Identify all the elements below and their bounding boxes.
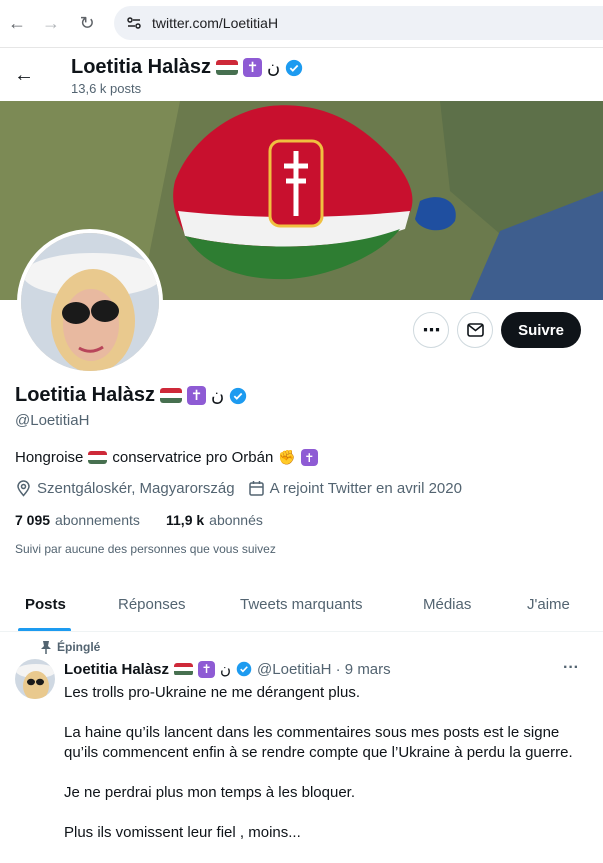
back-arrow-icon[interactable]: ← (4, 10, 30, 36)
forward-arrow-icon[interactable]: → (38, 10, 64, 36)
latin-cross-icon: ✝ (198, 660, 216, 678)
tab-replies[interactable]: Réponses (118, 596, 186, 613)
latin-cross-icon: ✝ (187, 386, 207, 405)
followed-by-text: Suivi par aucune des personnes que vous … (15, 542, 276, 556)
profile-header: ← Loetitia Halàsz ✝ ن 13,6 k posts (0, 48, 603, 100)
tweet-paragraph: Les trolls pro-Ukraine ne me dérangent p… (64, 684, 360, 701)
header-name: Loetitia Halàsz (71, 56, 212, 78)
profile-location: Szentgáloskér, Magyarország (37, 480, 235, 497)
hungary-flag-icon (88, 451, 108, 464)
pinned-label: Épinglé (57, 640, 101, 654)
arabic-letter: ن (267, 57, 281, 77)
bio-text-start: Hongroise (15, 449, 84, 466)
posts-count: 13,6 k posts (71, 81, 142, 96)
site-settings-icon[interactable] (126, 15, 142, 31)
following-label: abonnements (55, 512, 140, 528)
profile-bio: Hongroise conservatrice pro Orbán ✊ ✝ (15, 449, 318, 466)
arabic-letter: ن (211, 385, 225, 405)
back-arrow-icon[interactable]: ← (14, 64, 36, 86)
tabs-divider (0, 631, 603, 632)
profile-avatar[interactable] (17, 229, 163, 375)
more-icon: ⋯ (422, 319, 441, 340)
browser-toolbar: ← → ↻ twitter.com/LoetitiaH (0, 0, 603, 48)
followers-count: 11,9 k (166, 512, 205, 528)
envelope-icon (466, 323, 484, 337)
profile-joined: A rejoint Twitter en avril 2020 (269, 480, 462, 497)
hungary-flag-icon (174, 662, 194, 676)
location-pin-icon (17, 480, 30, 497)
calendar-icon (248, 481, 264, 496)
latin-cross-icon: ✝ (300, 449, 318, 466)
following-link[interactable]: 7 095 abonnements (15, 512, 140, 528)
tweet-paragraph: Plus ils vomissent leur fiel , moins... (64, 824, 301, 841)
verified-badge-icon[interactable] (229, 387, 247, 405)
tab-likes[interactable]: J'aime (527, 596, 570, 613)
profile-name: Loetitia Halàsz (15, 384, 156, 406)
tab-posts[interactable]: Posts (25, 596, 66, 613)
tweet-avatar[interactable] (15, 659, 55, 699)
tweet-author-name[interactable]: Loetitia Halàsz (64, 661, 169, 678)
hungary-flag-icon (160, 388, 183, 403)
follow-button[interactable]: Suivre (501, 312, 581, 348)
url-text: twitter.com/LoetitiaH (152, 15, 279, 31)
pin-icon (41, 641, 51, 654)
more-options-button[interactable]: ⋯ (413, 312, 449, 348)
arabic-letter: ن (220, 661, 232, 678)
bio-text-end: conservatrice pro Orbán (112, 449, 274, 466)
followers-link[interactable]: 11,9 k abonnés (166, 512, 263, 528)
tweet-more-button[interactable]: ··· (563, 659, 579, 677)
fist-icon: ✊ (278, 449, 296, 465)
profile-handle: @LoetitiaH (15, 412, 90, 429)
reload-icon[interactable]: ↻ (74, 10, 100, 36)
verified-badge-icon (286, 59, 303, 76)
hungary-flag-icon (216, 60, 239, 75)
followers-label: abonnés (209, 512, 263, 528)
verified-badge-icon (236, 661, 252, 677)
tab-media[interactable]: Médias (423, 596, 471, 613)
tab-highlights[interactable]: Tweets marquants (240, 596, 363, 613)
address-bar[interactable]: twitter.com/LoetitiaH (114, 6, 603, 40)
following-count: 7 095 (15, 512, 51, 528)
tweet-handle-date[interactable]: @LoetitiaH · 9 mars (257, 661, 391, 678)
tweet-paragraph: La haine qu’ils lancent dans les comment… (64, 724, 573, 761)
tweet-body: Les trolls pro-Ukraine ne me dérangent p… (64, 683, 584, 843)
latin-cross-icon: ✝ (243, 58, 263, 77)
message-button[interactable] (457, 312, 493, 348)
tweet-paragraph: Je ne perdrai plus mon temps à les bloqu… (64, 784, 355, 801)
